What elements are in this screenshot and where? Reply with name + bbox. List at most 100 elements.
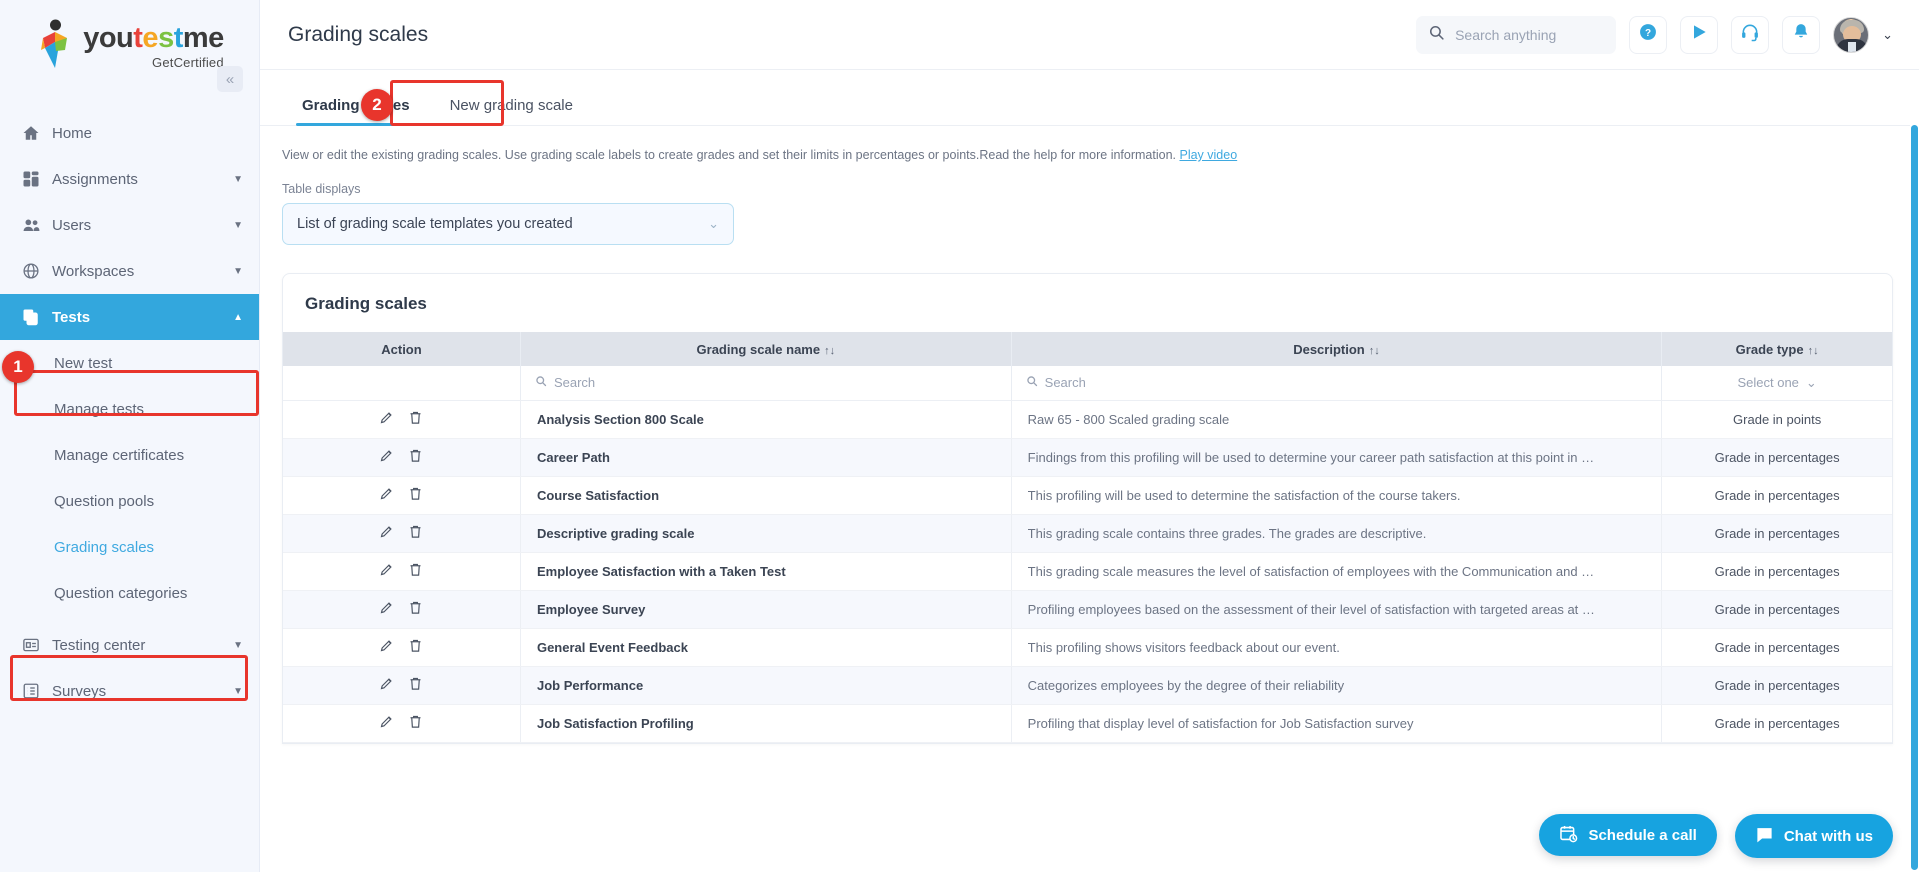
- sidebar-item-surveys[interactable]: Surveys ▼: [0, 668, 259, 714]
- sidebar-sub-label: Manage tests: [54, 400, 145, 418]
- brand-part-2: e: [142, 22, 159, 54]
- sidebar-item-new-test[interactable]: New test: [0, 340, 259, 386]
- delete-icon[interactable]: [408, 676, 423, 691]
- home-icon: [22, 124, 52, 142]
- edit-icon[interactable]: [379, 638, 394, 653]
- filter-grade-type-cell[interactable]: Select one ⌄: [1661, 366, 1892, 401]
- page-scrollbar-thumb[interactable]: [1911, 125, 1918, 870]
- delete-icon[interactable]: [408, 638, 423, 653]
- filter-name-placeholder: Search: [553, 375, 596, 391]
- edit-icon[interactable]: [379, 714, 394, 729]
- cell-description: This profiling shows visitors feedback a…: [1011, 628, 1663, 667]
- sidebar-item-users[interactable]: Users ▼: [0, 202, 259, 248]
- table-displays-select[interactable]: List of grading scale templates you crea…: [282, 203, 734, 245]
- sidebar-item-label: Testing center: [52, 636, 146, 654]
- chat-bubble-icon: [1755, 825, 1774, 848]
- avatar[interactable]: [1833, 16, 1870, 53]
- page-scrollbar-track[interactable]: [1910, 70, 1919, 872]
- main-content: Grading scales ?: [260, 0, 1919, 872]
- delete-icon[interactable]: [408, 562, 423, 577]
- edit-icon[interactable]: [379, 448, 394, 463]
- cell-description: This profiling will be used to determine…: [1011, 476, 1663, 515]
- delete-icon[interactable]: [408, 600, 423, 615]
- edit-icon[interactable]: [379, 410, 394, 425]
- delete-icon[interactable]: [408, 714, 423, 729]
- row-actions: [283, 666, 521, 705]
- sidebar-item-home[interactable]: Home: [0, 110, 259, 156]
- search-icon: [535, 375, 547, 390]
- row-actions: [283, 400, 521, 439]
- table-row[interactable]: Employee Satisfaction with a Taken Test …: [283, 552, 1892, 591]
- edit-icon[interactable]: [379, 562, 394, 577]
- delete-icon[interactable]: [408, 524, 423, 539]
- sidebar-item-workspaces[interactable]: Workspaces ▼: [0, 248, 259, 294]
- tab-label: New grading scale: [449, 97, 573, 114]
- filter-description-placeholder: Search: [1044, 375, 1086, 391]
- table-row[interactable]: Career Path Findings from this profiling…: [283, 438, 1892, 477]
- help-button[interactable]: ?: [1629, 15, 1668, 54]
- sidebar-item-manage-certificates[interactable]: Manage certificates: [0, 432, 259, 478]
- youtestme-logo-icon: [35, 18, 77, 70]
- page-title: Grading scales: [288, 22, 429, 46]
- table-row[interactable]: General Event Feedback This profiling sh…: [283, 628, 1892, 667]
- filter-description-cell[interactable]: Search: [1011, 366, 1663, 401]
- table-row[interactable]: Job Performance Categorizes employees by…: [283, 666, 1892, 705]
- table-row[interactable]: Employee Survey Profiling employees base…: [283, 590, 1892, 629]
- column-header-description[interactable]: Description ↑↓: [1011, 332, 1663, 366]
- cell-grade-type: Grade in percentages: [1661, 514, 1892, 553]
- sort-icon[interactable]: ↑↓: [824, 345, 835, 357]
- sidebar-item-assignments[interactable]: Assignments ▼: [0, 156, 259, 202]
- notifications-button[interactable]: [1782, 15, 1821, 54]
- cell-description: This grading scale contains three grades…: [1011, 514, 1663, 553]
- chat-with-us-button[interactable]: Chat with us: [1734, 814, 1893, 858]
- sidebar-item-label: Surveys: [52, 682, 107, 700]
- grading-scales-card: Grading scales Action Grading scale name…: [282, 273, 1893, 744]
- table-row[interactable]: Analysis Section 800 Scale Raw 65 - 800 …: [283, 400, 1892, 439]
- profile-chevron-down-icon[interactable]: ⌄: [1882, 27, 1893, 43]
- table-row[interactable]: Descriptive grading scale This grading s…: [283, 514, 1892, 553]
- play-video-link[interactable]: Play video: [1179, 148, 1237, 162]
- sidebar-item-manage-tests[interactable]: Manage tests: [0, 386, 259, 432]
- delete-icon[interactable]: [408, 486, 423, 501]
- global-search[interactable]: [1416, 15, 1617, 54]
- brand-part-3: s: [158, 22, 174, 54]
- edit-icon[interactable]: [379, 600, 394, 615]
- sidebar-item-tests[interactable]: Tests ▲: [0, 294, 259, 340]
- sidebar-collapse-button[interactable]: «: [217, 66, 243, 92]
- delete-icon[interactable]: [408, 448, 423, 463]
- edit-icon[interactable]: [379, 676, 394, 691]
- cell-grade-type: Grade in percentages: [1661, 590, 1892, 629]
- schedule-a-call-button[interactable]: Schedule a call: [1539, 814, 1717, 856]
- brand-part-0: you: [83, 22, 134, 54]
- brand-subtitle: GetCertified: [152, 55, 224, 70]
- tab-new-grading-scale[interactable]: New grading scale: [430, 98, 593, 125]
- table-row[interactable]: Job Satisfaction Profiling Profiling tha…: [283, 704, 1892, 743]
- row-actions: [283, 590, 521, 629]
- support-button[interactable]: [1731, 15, 1770, 54]
- cell-name: Employee Satisfaction with a Taken Test: [520, 552, 1012, 591]
- cell-name: General Event Feedback: [520, 628, 1012, 667]
- table-row[interactable]: Course Satisfaction This profiling will …: [283, 476, 1892, 515]
- filter-name-cell[interactable]: Search: [520, 366, 1012, 401]
- sidebar-item-grading-scales[interactable]: Grading scales: [0, 524, 259, 570]
- delete-icon[interactable]: [408, 410, 423, 425]
- cell-grade-type: Grade in percentages: [1661, 552, 1892, 591]
- table-head: Action Grading scale name ↑↓ Description ↑…: [283, 332, 1892, 401]
- sidebar: youtestme GetCertified « Home Assignment…: [0, 0, 260, 872]
- play-icon: [1689, 22, 1709, 47]
- sidebar-item-question-pools[interactable]: Question pools: [0, 478, 259, 524]
- search-input[interactable]: [1455, 26, 1605, 43]
- tab-grading-scales[interactable]: Grading scales: [282, 98, 430, 126]
- sort-icon[interactable]: ↑↓: [1808, 345, 1819, 357]
- brand-logo[interactable]: youtestme GetCertified: [0, 0, 259, 76]
- sidebar-item-question-categories[interactable]: Question categories: [0, 570, 259, 616]
- sidebar-item-label: Workspaces: [52, 262, 135, 280]
- edit-icon[interactable]: [379, 486, 394, 501]
- column-header-grading-scale-name[interactable]: Grading scale name ↑↓: [520, 332, 1012, 366]
- sort-icon[interactable]: ↑↓: [1369, 345, 1380, 357]
- play-video-button[interactable]: [1680, 15, 1719, 54]
- column-header-grade-type[interactable]: Grade type ↑↓: [1661, 332, 1892, 366]
- sidebar-item-testing-center[interactable]: Testing center ▼: [0, 622, 259, 668]
- page-hint-text: View or edit the existing grading scales…: [282, 148, 1180, 162]
- edit-icon[interactable]: [379, 524, 394, 539]
